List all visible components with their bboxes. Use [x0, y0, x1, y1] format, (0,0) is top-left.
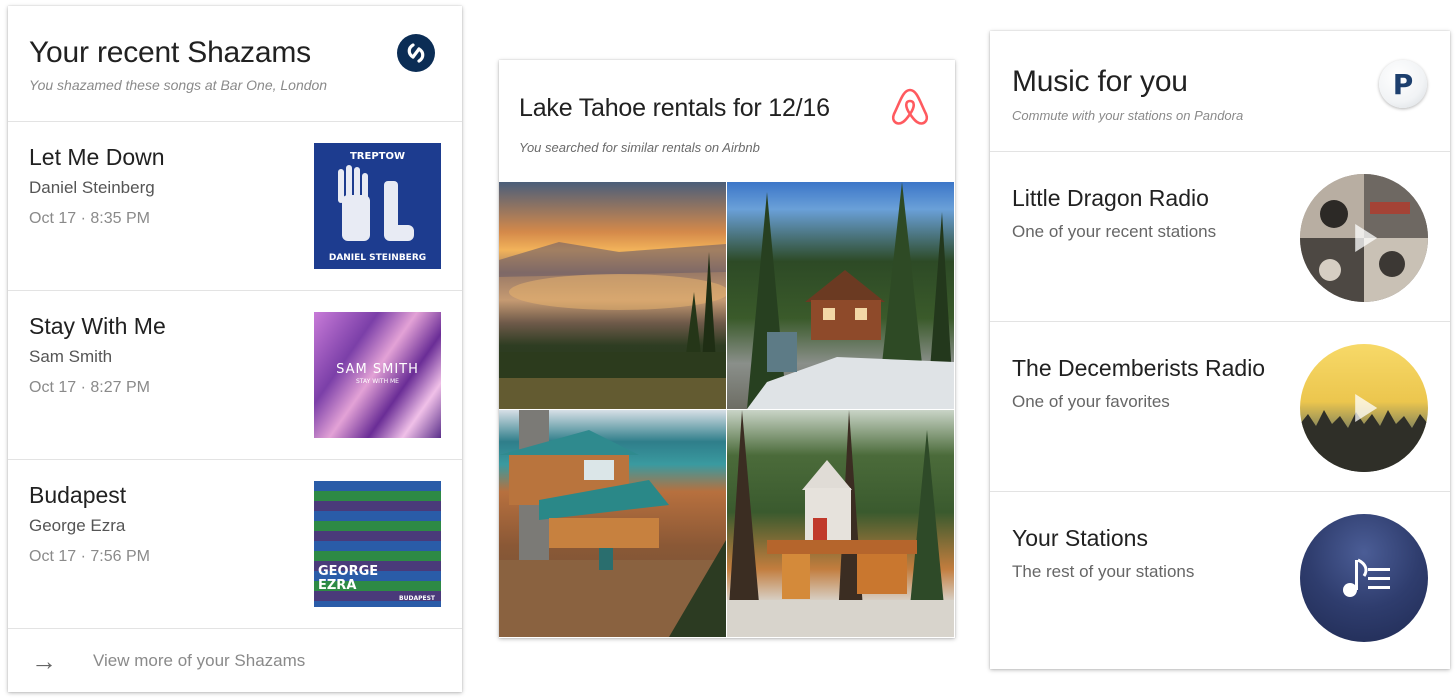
- song-item[interactable]: Let Me Down Daniel Steinberg Oct 17 · 8:…: [8, 122, 462, 291]
- song-date: Oct 17 · 8:27 PM: [29, 379, 150, 396]
- station-artwork[interactable]: [1300, 514, 1428, 642]
- shazam-logo-icon: [397, 34, 435, 72]
- song-title: Let Me Down: [29, 144, 165, 170]
- station-item[interactable]: The Decemberists Radio One of your favor…: [990, 322, 1450, 492]
- pandora-header: Music for you Commute with your stations…: [990, 31, 1450, 152]
- song-artist: Daniel Steinberg: [29, 178, 155, 197]
- song-item[interactable]: Budapest George Ezra Oct 17 · 7:56 PM GE…: [8, 460, 462, 629]
- chalet-scene: [727, 410, 954, 637]
- album-art-title: TREPTOW: [349, 151, 406, 162]
- house-scene: [499, 410, 726, 637]
- album-art: TREPTOW DANIEL STEINBERG: [314, 143, 441, 269]
- airbnb-logo-icon: [891, 88, 929, 125]
- station-detail: One of your favorites: [1012, 392, 1170, 411]
- rental-photo-cabin[interactable]: [727, 182, 954, 409]
- play-icon: [1355, 224, 1378, 252]
- station-artwork[interactable]: [1300, 174, 1428, 302]
- hand-illustration: [338, 165, 414, 241]
- rental-photo-chalet[interactable]: [727, 410, 954, 637]
- shazam-subtitle: You shazamed these songs at Bar One, Lon…: [29, 77, 328, 93]
- view-more-label: View more of your Shazams: [93, 651, 306, 670]
- arrow-right-icon: →: [31, 646, 57, 676]
- station-detail: One of your recent stations: [1012, 222, 1217, 241]
- shazam-s-icon: [407, 43, 425, 63]
- cabin-scene: [747, 182, 954, 409]
- airbnb-card[interactable]: Lake Tahoe rentals for 12/16 You searche…: [499, 60, 955, 638]
- pandora-title: Music for you: [1012, 65, 1188, 98]
- album-art-subtitle: STAY WITH ME: [356, 378, 399, 385]
- lake-scene: [499, 242, 726, 409]
- station-detail: The rest of your stations: [1012, 562, 1195, 581]
- song-artist: George Ezra: [29, 516, 126, 535]
- album-art-artist: DANIEL STEINBERG: [328, 253, 427, 263]
- station-item[interactable]: Little Dragon Radio One of your recent s…: [990, 152, 1450, 322]
- view-more-link[interactable]: → View more of your Shazams: [8, 628, 462, 692]
- music-list-icon: [1343, 558, 1390, 597]
- airbnb-title: Lake Tahoe rentals for 12/16: [519, 94, 830, 122]
- shazam-header: Your recent Shazams You shazamed these s…: [8, 6, 462, 122]
- station-name: Little Dragon Radio: [1012, 185, 1209, 211]
- song-date: Oct 17 · 8:35 PM: [29, 210, 150, 227]
- pandora-subtitle: Commute with your stations on Pandora: [1012, 108, 1244, 123]
- station-item[interactable]: Your Stations The rest of your stations: [990, 492, 1450, 662]
- shazam-card[interactable]: Your recent Shazams You shazamed these s…: [8, 6, 462, 692]
- song-date: Oct 17 · 7:56 PM: [29, 548, 150, 565]
- pandora-logo-icon: P: [1379, 60, 1427, 108]
- album-art: GEORGE EZRA BUDAPEST: [314, 481, 441, 607]
- album-art: SAM SMITH STAY WITH ME: [314, 312, 441, 438]
- play-icon: [1355, 394, 1378, 422]
- song-title: Stay With Me: [29, 313, 166, 339]
- song-artist: Sam Smith: [29, 347, 113, 366]
- rental-photo-house[interactable]: [499, 410, 726, 637]
- rental-photo-lake[interactable]: [499, 182, 726, 409]
- station-artwork[interactable]: [1300, 344, 1428, 472]
- station-name: Your Stations: [1012, 525, 1148, 551]
- album-art-subtitle: BUDAPEST: [399, 595, 435, 602]
- pandora-card[interactable]: Music for you Commute with your stations…: [990, 31, 1450, 669]
- album-art-title: GEORGE EZRA: [318, 564, 379, 593]
- album-art-title: SAM SMITH: [336, 362, 419, 377]
- shazam-title: Your recent Shazams: [29, 36, 311, 69]
- airbnb-subtitle: You searched for similar rentals on Airb…: [519, 140, 760, 155]
- song-item[interactable]: Stay With Me Sam Smith Oct 17 · 8:27 PM …: [8, 291, 462, 460]
- song-title: Budapest: [29, 482, 127, 508]
- station-name: The Decemberists Radio: [1012, 355, 1266, 381]
